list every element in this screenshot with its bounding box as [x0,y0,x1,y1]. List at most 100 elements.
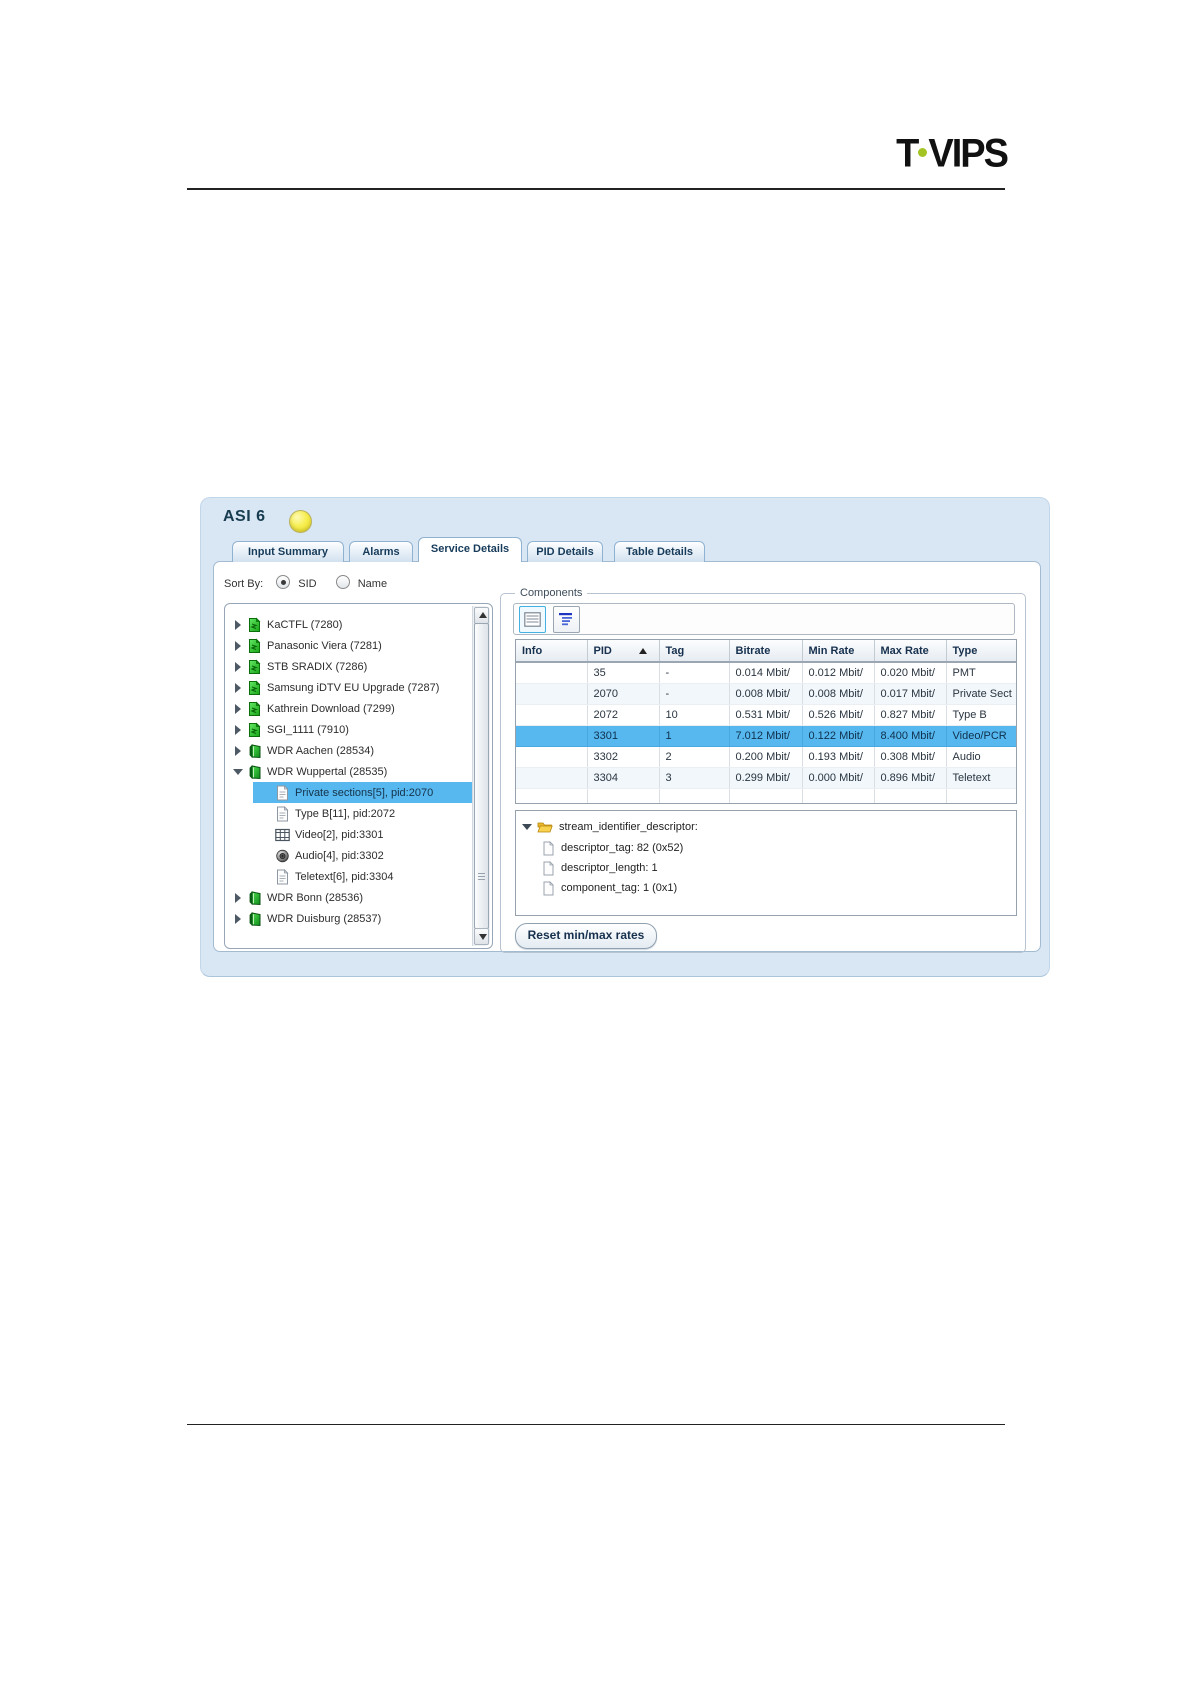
expand-arrow-icon[interactable] [233,640,247,651]
scrambled-service-icon [247,701,262,717]
list-view-button[interactable] [519,606,546,633]
service-tree: KaCTFL (7280) Panasonic Viera (7281) STB… [224,603,493,949]
tree-item-service[interactable]: KaCTFL (7280) [227,614,472,635]
column-header-max-rate[interactable]: Max Rate [874,640,947,663]
tab-bar: Input Summary Alarms Service Details PID De… [232,535,710,562]
table-row[interactable]: 35-0.014 Mbit/0.012 Mbit/0.020 Mbit/PMT [516,662,1016,684]
tree-item-service[interactable]: WDR Bonn (28536) [227,887,472,908]
tab-alarms[interactable]: Alarms [349,541,413,562]
column-header-bitrate[interactable]: Bitrate [729,640,803,663]
expand-arrow-icon[interactable] [233,892,247,903]
tree-item-service[interactable]: SGI_1111 (7910) [227,719,472,740]
service-tree-list: KaCTFL (7280) Panasonic Viera (7281) STB… [227,606,472,946]
sort-by-label: Sort By: [224,578,264,590]
tvips-logo: T VIPS [862,131,1009,177]
components-group: Components Info PID Tag Bitrate Min Rate… [500,587,1026,953]
arrow-down-icon [479,934,487,940]
tab-input-summary[interactable]: Input Summary [232,541,344,562]
tree-item-component[interactable]: Private sections[5], pid:2070 [253,782,472,803]
arrow-up-icon [479,612,487,618]
scrambled-service-icon [247,680,262,696]
tree-view-button[interactable] [553,606,580,633]
expand-arrow-icon[interactable] [233,661,247,672]
service-icon [247,743,262,759]
scroll-down-button[interactable] [474,928,489,945]
column-header-tag[interactable]: Tag [659,640,730,663]
tab-table-details[interactable]: Table Details [614,541,705,562]
scrambled-service-icon [247,638,262,654]
asi-input-panel: ASI 6 Input Summary Alarms Service Details… [200,497,1050,977]
tree-item-service[interactable]: Kathrein Download (7299) [227,698,472,719]
table-row[interactable]: 2070-0.008 Mbit/0.008 Mbit/0.017 Mbit/Pr… [516,683,1016,705]
sections-icon [275,869,290,885]
video-icon [275,827,290,843]
page-icon [542,881,555,896]
scrambled-service-icon [247,659,262,675]
expand-arrow-icon[interactable] [233,724,247,735]
table-row[interactable]: 3302 2 0.200 Mbit/0.193 Mbit/0.308 Mbit/Au… [516,746,1016,768]
components-table: Info PID Tag Bitrate Min Rate Max Rate T… [516,640,1016,803]
service-icon [247,764,262,780]
service-icon [247,911,262,927]
descriptor-field[interactable]: descriptor_tag: 82 (0x52) [542,840,683,856]
page-icon [542,861,555,876]
sort-ascending-icon [638,648,647,654]
scroll-up-button[interactable] [474,607,489,624]
sort-sid-label[interactable]: SID [298,578,316,590]
table-row[interactable]: 3304 3 0.299 Mbit/0.000 Mbit/0.896 Mbit/Te… [516,767,1016,789]
logo-dot-icon [918,148,928,157]
expand-arrow-icon[interactable] [233,913,247,924]
components-table-container: Info PID Tag Bitrate Min Rate Max Rate T… [515,639,1017,804]
sort-name-radio[interactable] [335,575,350,589]
tab-pid-details[interactable]: PID Details [527,541,603,562]
tree-item-service[interactable]: WDR Aachen (28534) [227,740,472,761]
status-lamp-icon [289,510,312,533]
sort-sid-radio[interactable] [276,575,291,589]
sort-name-label[interactable]: Name [358,578,387,590]
tree-item-component[interactable]: Video[2], pid:3301 [253,824,472,845]
footer-rule [187,1424,1005,1425]
tree-scrollbar[interactable] [472,606,490,946]
collapse-arrow-icon[interactable] [522,822,534,832]
reset-min-max-rates-button[interactable]: Reset min/max rates [515,923,657,949]
column-header-info[interactable]: Info [516,640,588,663]
panel-title: ASI 6 [223,508,266,525]
tree-item-service[interactable]: STB SRADIX (7286) [227,656,472,677]
manual-page: T VIPS ASI 6 Input Summary Alarms Service D… [0,0,1191,1684]
table-row[interactable]: 2072 10 0.531 Mbit/0.526 Mbit/0.827 Mbit/T… [516,704,1016,726]
column-header-min-rate[interactable]: Min Rate [802,640,875,663]
logo-text-t: T [896,131,919,177]
descriptor-field[interactable]: component_tag: 1 (0x1) [542,880,677,896]
components-toolbar [513,603,1015,635]
column-header-type[interactable]: Type [946,640,1016,663]
header-rule [187,188,1005,190]
audio-icon [275,848,290,864]
tree-item-component[interactable]: Type B[11], pid:2072 [253,803,472,824]
components-legend: Components [515,587,588,599]
table-row-selected[interactable]: 3301 1 7.012 Mbit/0.122 Mbit/8.400 Mbit/Vi… [516,725,1016,747]
scrambled-service-icon [247,722,262,738]
collapse-arrow-icon[interactable] [233,767,247,777]
tree-item-component[interactable]: Audio[4], pid:3302 [253,845,472,866]
descriptor-root[interactable]: stream_identifier_descriptor: [522,819,698,835]
table-filler-row [516,788,1016,803]
expand-arrow-icon[interactable] [233,682,247,693]
sections-icon [275,785,290,801]
tree-item-service[interactable]: WDR Wuppertal (28535) [227,761,472,782]
service-details-pane: Sort By: SID Name KaCTFL (7280) Panasoni… [213,561,1041,953]
tree-item-component[interactable]: Teletext[6], pid:3304 [253,866,472,887]
sort-by-group: Sort By: SID Name [224,575,403,591]
expand-arrow-icon[interactable] [233,745,247,756]
descriptor-field[interactable]: descriptor_length: 1 [542,860,658,876]
tree-view-icon [558,612,575,627]
tree-item-service[interactable]: Samsung iDTV EU Upgrade (7287) [227,677,472,698]
scrollbar-thumb[interactable] [474,623,489,929]
scrambled-service-icon [247,617,262,633]
tree-item-service[interactable]: WDR Duisburg (28537) [227,908,472,929]
tree-item-service[interactable]: Panasonic Viera (7281) [227,635,472,656]
expand-arrow-icon[interactable] [233,703,247,714]
tab-service-details[interactable]: Service Details [418,537,522,562]
expand-arrow-icon[interactable] [233,619,247,630]
column-header-pid[interactable]: PID [587,640,660,663]
descriptor-panel: stream_identifier_descriptor: descriptor… [515,810,1017,916]
